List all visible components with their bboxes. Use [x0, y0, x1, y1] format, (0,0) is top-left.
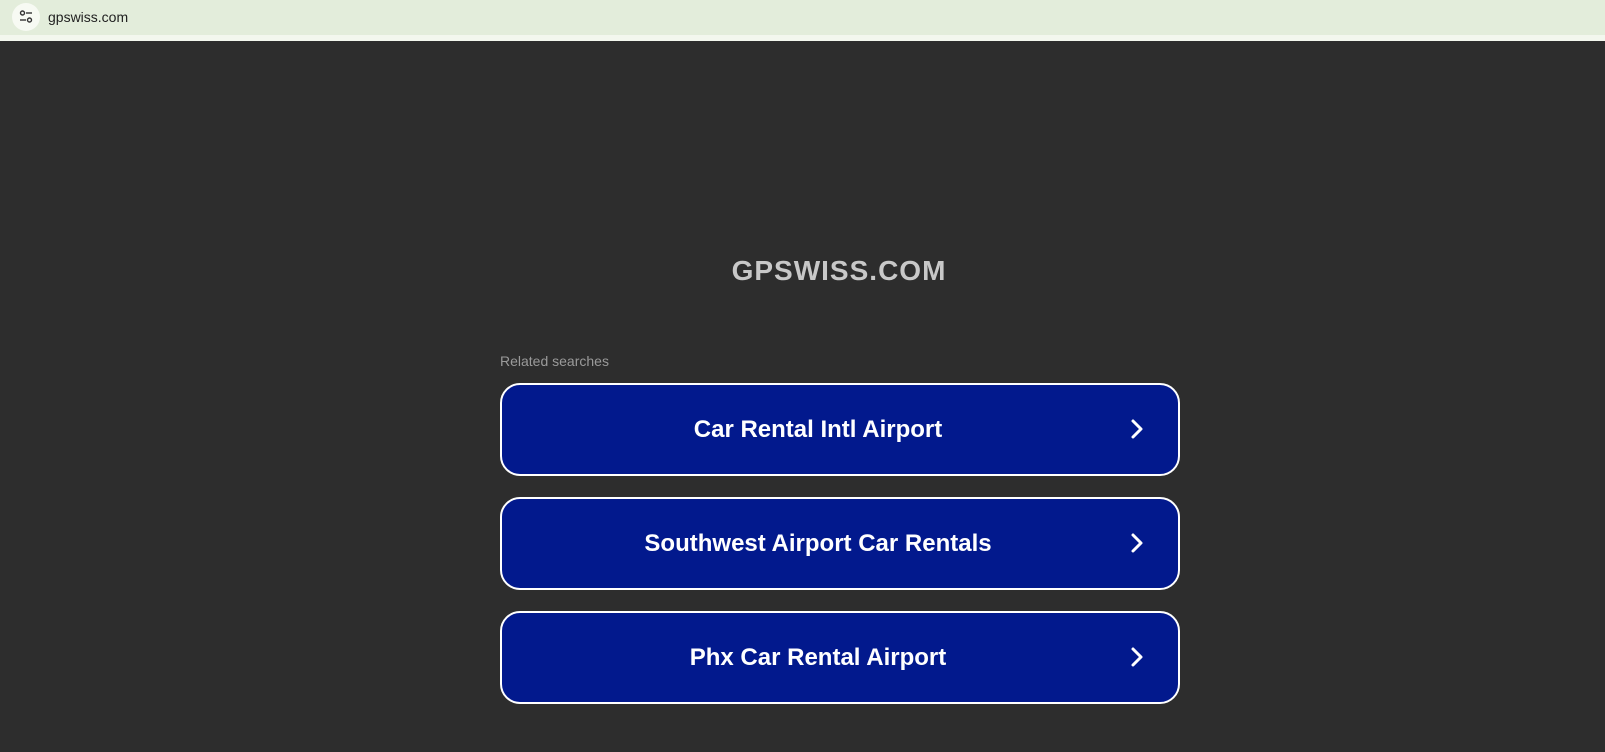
related-searches-label: Related searches	[500, 353, 609, 369]
related-search-link[interactable]: Car Rental Intl Airport	[500, 383, 1180, 476]
related-search-link[interactable]: Phx Car Rental Airport	[500, 611, 1180, 704]
chevron-right-icon	[1131, 533, 1143, 553]
page-title: GPSWISS.COM	[731, 255, 947, 286]
url-text[interactable]: gpswiss.com	[48, 8, 128, 26]
address-bar[interactable]: gpswiss.com	[0, 0, 1605, 35]
parked-domain-page: GPSWISS.COM Related searches Car Rental …	[0, 41, 1605, 752]
related-search-link[interactable]: Southwest Airport Car Rentals	[500, 497, 1180, 590]
site-info-button[interactable]	[12, 3, 40, 31]
tune-icon	[19, 10, 33, 23]
chevron-right-icon	[1131, 419, 1143, 439]
related-search-label: Car Rental Intl Airport	[693, 415, 943, 443]
related-search-label: Phx Car Rental Airport	[689, 643, 947, 671]
chevron-right-icon	[1131, 647, 1143, 667]
related-search-label: Southwest Airport Car Rentals	[644, 529, 992, 557]
